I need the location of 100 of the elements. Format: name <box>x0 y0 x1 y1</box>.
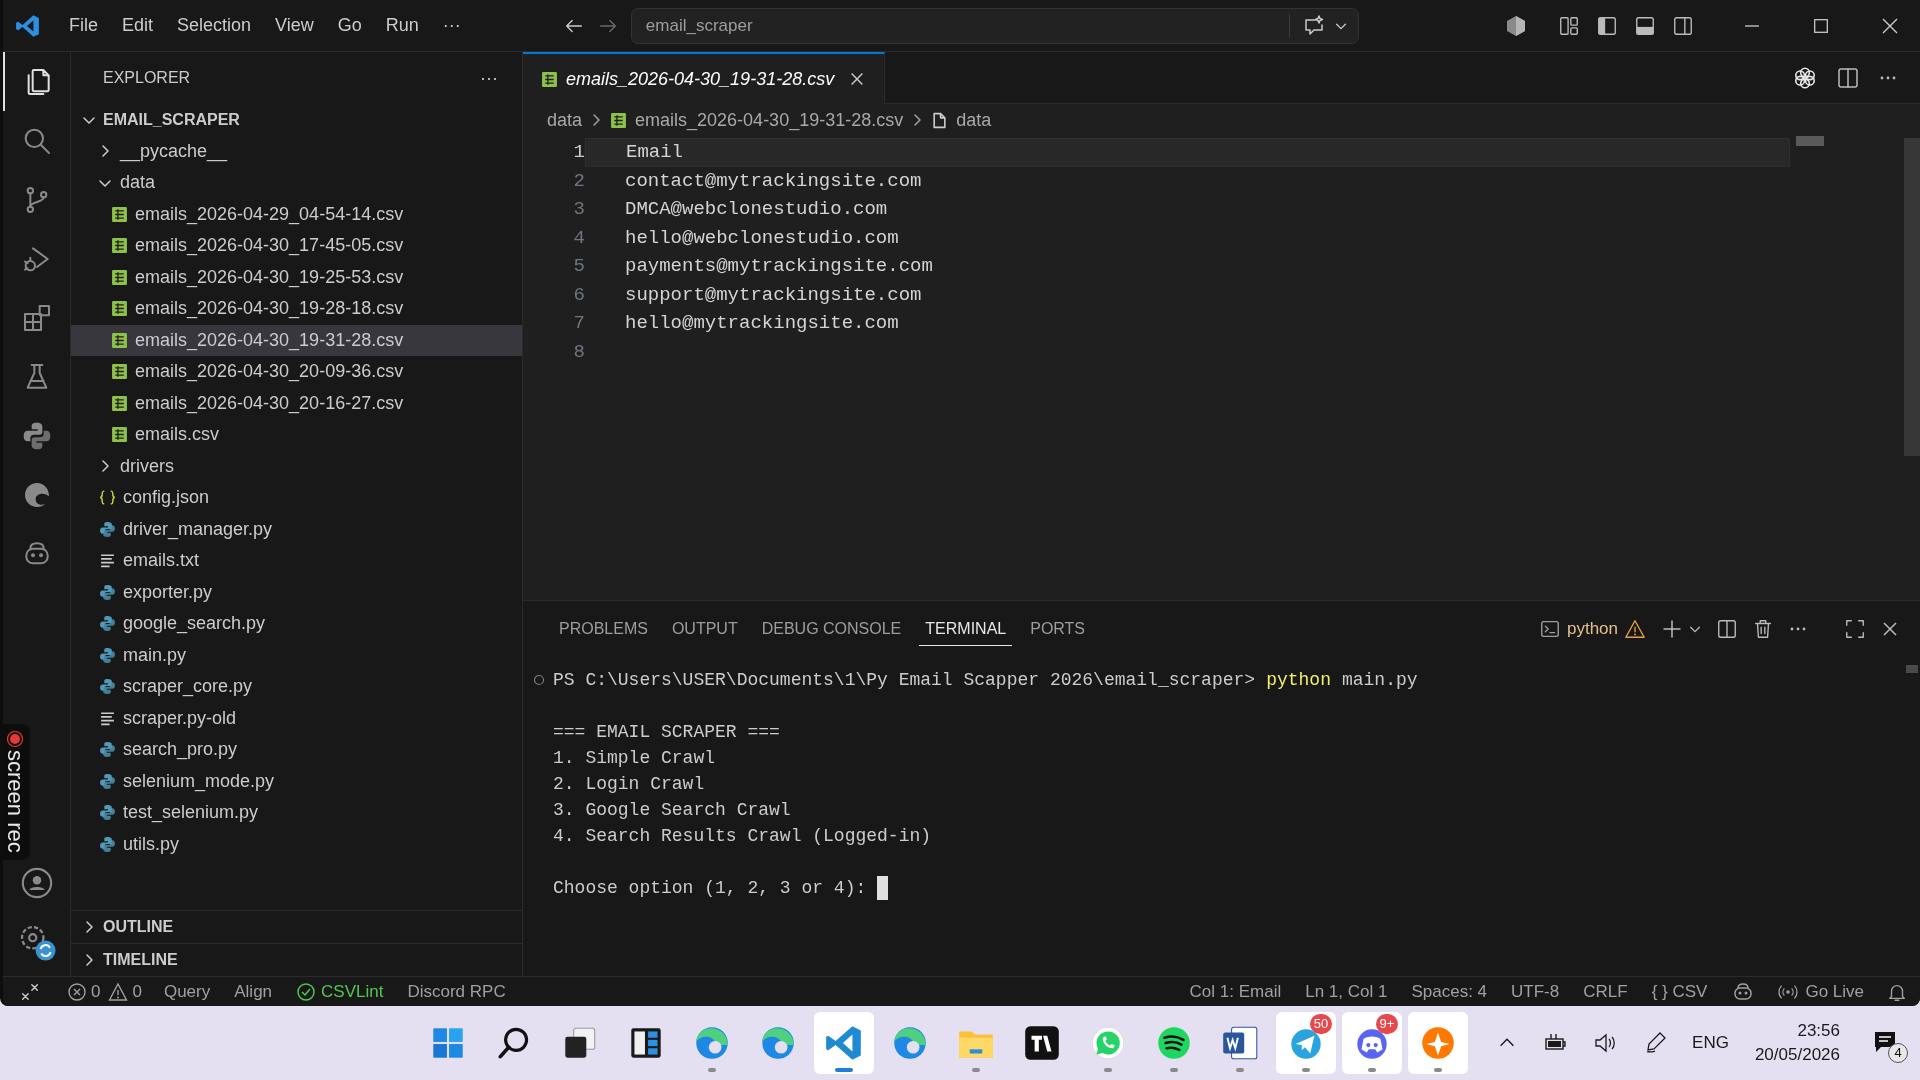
taskbar-app[interactable]: 50 <box>1276 1012 1336 1074</box>
command-search-field[interactable]: email_scraper <box>630 7 1359 44</box>
command-decoration-icon[interactable] <box>533 674 545 686</box>
table-icon <box>111 300 128 318</box>
terminal-output: 3. Google Search Crawl <box>553 798 791 822</box>
tree-item[interactable]: emails_2026-04-29_04-54-14.csv <box>71 198 522 230</box>
menu-item[interactable]: View <box>263 12 326 39</box>
section-header[interactable]: OUTLINE <box>71 910 522 943</box>
plus-icon[interactable] <box>1660 617 1684 641</box>
terminal-output: 2. Login Crawl <box>553 772 705 796</box>
notification-center-button[interactable]: 4 <box>1868 1023 1908 1063</box>
status-item[interactable]: CSVLint <box>284 978 396 1005</box>
terminal-input-prompt: Choose option (1, 2, 3 or 4): <box>553 876 867 900</box>
menu-item[interactable]: Go <box>325 12 374 39</box>
tree-item[interactable]: emails_2026-04-30_20-16-27.csv <box>71 387 522 419</box>
scrollbar-thumb[interactable] <box>1904 138 1920 456</box>
menu-item[interactable]: Selection <box>165 12 264 39</box>
status-item[interactable]: Ln 1, Col 1 <box>1293 978 1400 1005</box>
tree-item[interactable]: data <box>71 167 522 199</box>
status-item[interactable]: Align <box>222 978 285 1005</box>
tree-item[interactable]: utils.py <box>71 828 522 860</box>
taskbar-app[interactable]: 9+ <box>1342 1012 1402 1074</box>
tree-item[interactable]: scraper.py-old <box>71 702 522 734</box>
tree-item[interactable]: emails_2026-04-30_19-28-18.csv <box>71 293 522 325</box>
tree-item[interactable]: emails_2026-04-30_20-09-36.csv <box>71 356 522 388</box>
status-item[interactable]: { } CSV <box>1639 978 1720 1005</box>
terminal-icon <box>1538 618 1561 640</box>
tree-item[interactable]: scraper_core.py <box>71 671 522 703</box>
code-line: hello@webclonestudio.com <box>625 225 899 251</box>
table-icon <box>111 237 128 255</box>
split-terminal-icon[interactable] <box>1716 618 1738 640</box>
problems-indicator[interactable]: 0 0 <box>57 978 152 1005</box>
tree-item[interactable]: emails_2026-04-30_19-25-53.csv <box>71 261 522 293</box>
table-icon <box>111 205 128 223</box>
status-item[interactable]: Col 1: Email <box>1177 978 1294 1005</box>
layout-icon[interactable] <box>1558 14 1580 37</box>
panel-icon[interactable] <box>1634 14 1656 37</box>
trash-icon[interactable] <box>1752 618 1774 640</box>
menu-item[interactable]: ··· <box>430 12 473 39</box>
maximize-panel-icon[interactable] <box>1844 618 1866 640</box>
primary-sidebar-icon[interactable] <box>1596 14 1618 37</box>
tree-item[interactable]: drivers <box>71 450 522 482</box>
running-indicator <box>972 1068 980 1072</box>
menu-item[interactable]: Run <box>373 12 431 39</box>
terminal-output: 4. Search Results Crawl (Logged-in) <box>553 824 932 848</box>
tree-root-header[interactable]: EMAIL_SCRAPER <box>71 104 522 136</box>
tree-item[interactable]: test_selenium.py <box>71 797 522 829</box>
secondary-sidebar-icon[interactable] <box>1672 14 1694 37</box>
panel-tab[interactable]: OUTPUT <box>665 613 744 645</box>
clock[interactable]: 23:56 20/05/2026 <box>1754 1019 1840 1067</box>
status-item[interactable]: Spaces: 4 <box>1399 978 1500 1005</box>
table-icon <box>610 111 628 129</box>
tree-item[interactable]: emails.csv <box>71 419 522 451</box>
tree-item[interactable]: google_search.py <box>71 608 522 640</box>
table-icon <box>111 363 128 381</box>
tree-item[interactable]: main.py <box>71 639 522 671</box>
account-icon[interactable] <box>19 866 54 900</box>
python-icon <box>99 804 116 822</box>
status-item[interactable]: UTF-8 <box>1499 978 1572 1005</box>
menu-item[interactable]: Edit <box>110 12 166 39</box>
editor-tab[interactable]: emails_2026-04-30_19-31-28.csv <box>523 52 886 104</box>
tree-item[interactable]: selenium_mode.py <box>71 765 522 797</box>
maximize-icon[interactable] <box>1812 16 1830 35</box>
table-icon <box>541 70 558 88</box>
panel-tab[interactable]: PORTS <box>1024 613 1092 645</box>
status-item[interactable]: CRLF <box>1571 978 1640 1005</box>
breadcrumb[interactable]: emails_2026-04-30_19-31-28.csv <box>610 106 904 134</box>
tree-item[interactable]: emails.txt <box>71 545 522 577</box>
go-live-button[interactable]: Go Live <box>1767 978 1874 1005</box>
panel-tab[interactable]: TERMINAL <box>919 612 1013 646</box>
terminal-output: 1. Simple Crawl <box>553 746 716 770</box>
panel-tab[interactable]: DEBUG CONSOLE <box>755 613 908 645</box>
breadcrumb[interactable]: data <box>931 106 992 134</box>
more-actions-button[interactable]: ··· <box>480 64 498 92</box>
running-indicator <box>1104 1068 1112 1072</box>
breadcrumb[interactable]: data <box>547 106 583 134</box>
shield-icon[interactable] <box>1504 13 1528 38</box>
minimap <box>1796 136 1824 146</box>
tree-item[interactable]: __pycache__ <box>71 135 522 167</box>
terminal-instance[interactable]: python <box>1538 616 1646 642</box>
code-line: payments@mytrackingsite.com <box>625 254 933 279</box>
table-icon <box>111 426 128 444</box>
record-icon[interactable] <box>6 730 24 748</box>
tree-item[interactable]: emails_2026-04-30_17-45-05.csv <box>71 230 522 262</box>
status-item[interactable]: Discord RPC <box>395 978 518 1005</box>
panel-tab[interactable]: PROBLEMS <box>553 613 654 645</box>
scrollbar-thumb[interactable] <box>1906 665 1918 673</box>
status-item[interactable]: Query <box>151 978 223 1005</box>
language-indicator[interactable]: ENG <box>1692 1030 1729 1056</box>
python-icon <box>99 615 116 633</box>
tree-item[interactable]: exporter.py <box>71 576 522 608</box>
tree-item[interactable]: search_pro.py <box>71 734 522 766</box>
split-editor-icon[interactable] <box>1836 65 1860 90</box>
python-icon <box>99 583 116 601</box>
menu-item[interactable]: File <box>57 12 110 39</box>
python-icon <box>99 835 116 853</box>
tree-item[interactable]: emails_2026-04-30_19-31-28.csv <box>71 324 522 356</box>
tree-item[interactable]: config.json <box>71 482 522 514</box>
recorder-widget[interactable]: screen rec <box>3 724 30 860</box>
tree-item[interactable]: driver_manager.py <box>71 513 522 545</box>
